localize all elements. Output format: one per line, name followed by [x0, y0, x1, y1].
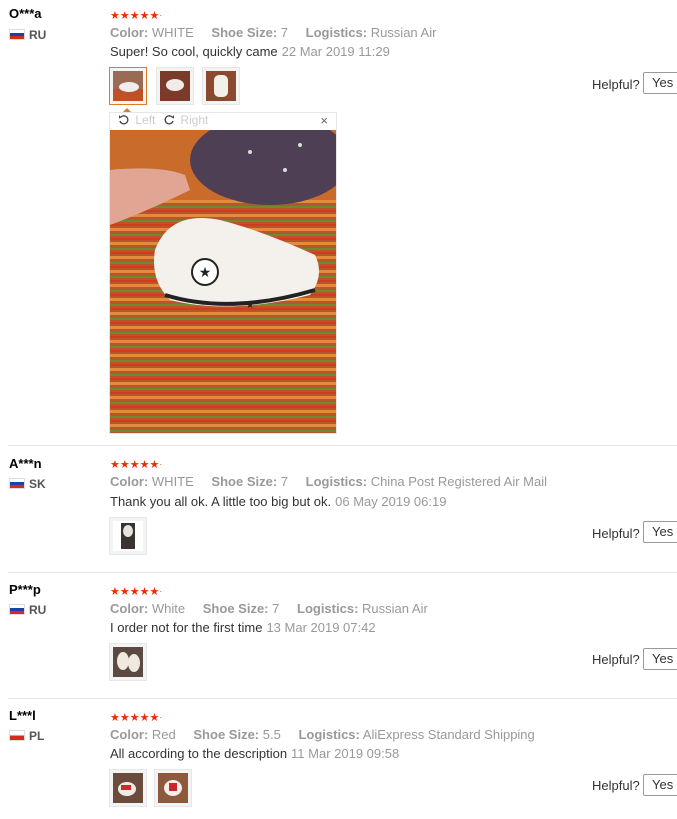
helpful-label: Helpful?: [592, 778, 640, 793]
photo-thumbnail[interactable]: [109, 769, 147, 807]
review-photo-large: ★ ★: [110, 130, 336, 433]
rating-stars: ★★★★★·: [110, 459, 162, 471]
review-attributes: Color: Red Shoe Size: 5.5 Logistics: Ali…: [110, 727, 535, 742]
photo-thumbnail[interactable]: [154, 769, 192, 807]
svg-text:★: ★: [199, 264, 212, 280]
divider: [8, 698, 677, 699]
review-feedback: Thank you all ok. A little too big but o…: [110, 494, 447, 509]
review-country: PL: [9, 729, 44, 743]
rotate-right-button[interactable]: Right: [163, 113, 208, 127]
review-attributes: Color: WHITE Shoe Size: 7 Logistics: Rus…: [110, 25, 437, 40]
review-user: P***p: [9, 582, 41, 597]
review-feedback: Super! So cool, quickly came 22 Mar 2019 …: [110, 44, 390, 59]
helpful-yes-button[interactable]: Yes (: [643, 521, 677, 543]
divider: [8, 572, 677, 573]
photo-thumbnail[interactable]: [109, 67, 147, 105]
svg-text:★: ★: [246, 300, 255, 311]
review-user: A***n: [9, 456, 42, 471]
flag-ru-icon: [9, 29, 25, 40]
photo-thumbnail[interactable]: [202, 67, 240, 105]
viewer-close-button[interactable]: ×: [320, 113, 328, 128]
review-date: 13 Mar 2019 07:42: [266, 620, 376, 635]
rating-stars: ★★★★★·: [110, 712, 162, 724]
helpful-yes-button[interactable]: Yes (: [643, 774, 677, 796]
flag-ru-icon: [9, 604, 25, 615]
review-date: 06 May 2019 06:19: [335, 494, 447, 509]
helpful-yes-button[interactable]: Yes (: [643, 648, 677, 670]
review-date: 11 Mar 2019 09:58: [291, 746, 400, 761]
review-attributes: Color: White Shoe Size: 7 Logistics: Rus…: [110, 601, 428, 616]
helpful-label: Helpful?: [592, 77, 640, 92]
review-date: 22 Mar 2019 11:29: [281, 44, 390, 59]
helpful-label: Helpful?: [592, 526, 640, 541]
rotate-left-button[interactable]: Left: [118, 113, 155, 127]
review-feedback: I order not for the first time 13 Mar 201…: [110, 620, 376, 635]
rating-stars: ★★★★★·: [110, 10, 162, 22]
review-attributes: Color: WHITE Shoe Size: 7 Logistics: Chi…: [110, 474, 547, 489]
rotate-left-icon: [119, 115, 129, 125]
photo-thumbnail[interactable]: [156, 67, 194, 105]
rating-stars: ★★★★★·: [110, 586, 162, 598]
flag-pl-icon: [9, 730, 25, 741]
review-feedback: All according to the description 11 Mar 2…: [110, 746, 400, 761]
flag-sk-icon: [9, 478, 25, 489]
photo-thumbnail[interactable]: [109, 517, 147, 555]
divider: [8, 445, 677, 446]
review-user: L***l: [9, 708, 36, 723]
viewer-toolbar: Left Right ×: [110, 113, 336, 129]
review-country: RU: [9, 28, 46, 42]
helpful-label: Helpful?: [592, 652, 640, 667]
rotate-right-icon: [164, 115, 174, 125]
review-user: O***a: [9, 6, 42, 21]
photo-thumbnail[interactable]: [109, 643, 147, 681]
helpful-yes-button[interactable]: Yes (: [643, 72, 677, 94]
review-country: RU: [9, 603, 46, 617]
photo-viewer: Left Right × ★ ★: [109, 112, 337, 434]
review-country: SK: [9, 477, 46, 491]
